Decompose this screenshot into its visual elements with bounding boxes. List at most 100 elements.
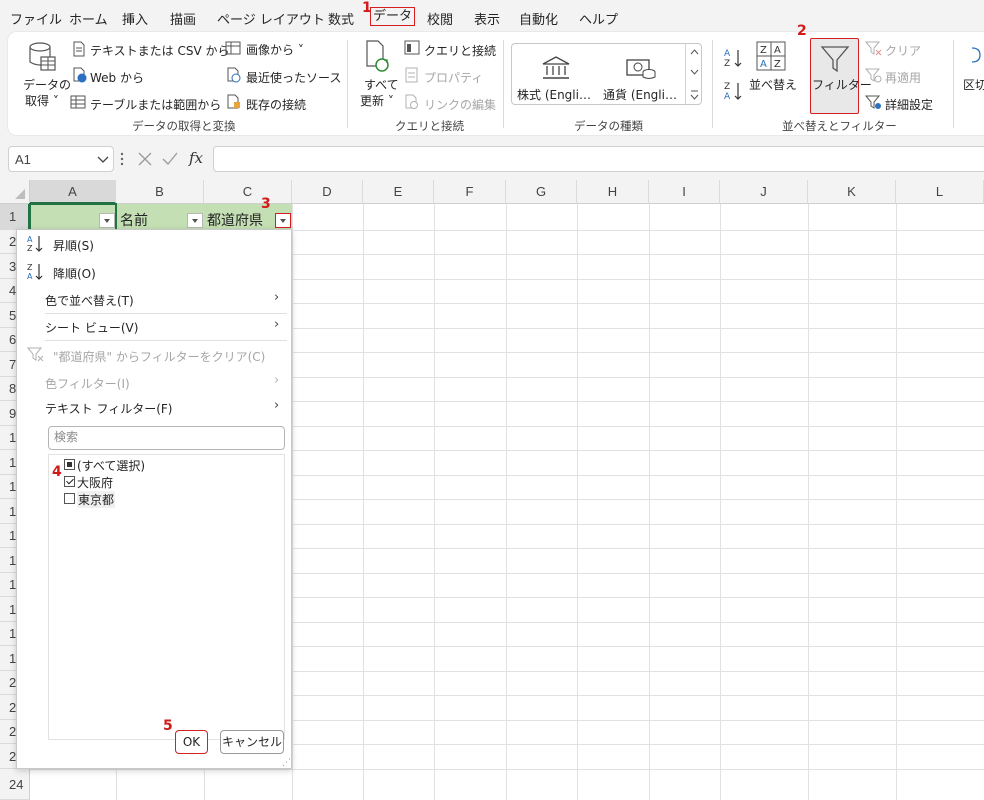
sort-by-color-item[interactable]: 色で並べ替え(T) <box>45 292 134 309</box>
col-header-g[interactable]: G <box>506 180 577 204</box>
sort-button[interactable]: 並べ替え <box>749 76 797 93</box>
more-options-icon[interactable] <box>119 152 125 166</box>
col-header-a[interactable]: A <box>30 180 116 204</box>
step-marker-3: 3 <box>261 196 271 212</box>
recent-sources-button[interactable]: 最近使ったソース <box>246 69 341 86</box>
sort-descending-item[interactable]: 降順(O) <box>53 265 96 282</box>
chevron-down-icon[interactable] <box>97 156 109 164</box>
currency-data-type[interactable]: 通貨 (Engli… <box>603 86 677 103</box>
menu-view[interactable]: 表示 <box>474 9 500 28</box>
chevron-right-icon: › <box>274 290 280 305</box>
menu-draw[interactable]: 描画 <box>170 9 196 28</box>
grid-line <box>506 204 507 800</box>
row-header-1[interactable]: 1 <box>0 204 30 230</box>
properties-button[interactable]: プロパティ <box>424 69 483 86</box>
from-image-button[interactable]: 画像から ˅ <box>246 41 304 58</box>
cancel-icon[interactable] <box>137 151 153 167</box>
refresh-all-label-2[interactable]: 更新 ˅ <box>360 92 394 109</box>
insert-function-icon[interactable]: fx <box>189 149 203 167</box>
resize-grip-icon[interactable]: ⋰ <box>282 758 291 768</box>
text-filter-item[interactable]: テキスト フィルター(F) <box>45 400 172 417</box>
menu-review[interactable]: 校閲 <box>427 9 453 28</box>
grid-line <box>292 204 293 800</box>
col-header-e[interactable]: E <box>363 180 434 204</box>
grid-line <box>720 204 721 800</box>
text-to-columns-icon[interactable] <box>966 46 984 70</box>
text-to-columns-button[interactable]: 区切 <box>963 76 984 93</box>
col-header-h[interactable]: H <box>577 180 649 204</box>
enter-check-icon[interactable] <box>161 151 179 167</box>
filter-button[interactable]: フィルター <box>810 38 872 114</box>
tokyo-checkbox[interactable] <box>64 493 75 504</box>
menu-help[interactable]: ヘルプ <box>579 9 618 28</box>
text-csv-button[interactable]: テキストまたは CSV から <box>90 42 229 59</box>
sort-ascending-item[interactable]: 昇順(S) <box>53 237 94 254</box>
col-header-c[interactable]: C <box>204 180 292 204</box>
select-all-corner[interactable] <box>0 180 30 204</box>
database-icon[interactable] <box>28 40 58 74</box>
advanced-filter-button[interactable]: 詳細設定 <box>885 96 933 113</box>
tokyo-label[interactable]: 東京都 <box>77 491 116 508</box>
refresh-all-label-1[interactable]: すべて <box>364 76 399 93</box>
col-header-b[interactable]: B <box>116 180 204 204</box>
name-box[interactable]: A1 <box>8 146 114 172</box>
cancel-button[interactable]: キャンセル <box>220 730 284 754</box>
ribbon-separator <box>712 40 713 128</box>
gallery-arrows-icon[interactable] <box>686 43 703 105</box>
sort-az-icon[interactable]: AZ <box>723 47 745 69</box>
refresh-icon[interactable] <box>364 40 394 74</box>
menu-formulas[interactable]: 数式 <box>328 9 354 28</box>
filter-value-list[interactable]: (すべて選択) 大阪府 東京都 <box>48 454 285 740</box>
col-header-l[interactable]: L <box>896 180 984 204</box>
filter-dropdown-b[interactable] <box>187 213 203 228</box>
col-header-f[interactable]: F <box>434 180 506 204</box>
search-box[interactable] <box>48 426 285 450</box>
filter-dropdown-a[interactable] <box>99 213 115 228</box>
get-data-label-2[interactable]: 取得 ˅ <box>25 92 59 109</box>
osaka-checkbox[interactable] <box>64 476 75 487</box>
table-range-button[interactable]: テーブルまたは範囲から <box>90 96 221 113</box>
color-filter-item[interactable]: 色フィルター(I) <box>45 375 130 392</box>
gallery-scrollbar[interactable] <box>685 43 702 105</box>
search-input[interactable] <box>54 430 279 444</box>
edit-links-button[interactable]: リンクの編集 <box>424 96 496 113</box>
queries-connections-button[interactable]: クエリと接続 <box>424 42 496 59</box>
clear-button[interactable]: クリア <box>885 42 921 59</box>
cell-b1[interactable]: 名前 <box>120 210 148 230</box>
grid-line <box>577 204 578 800</box>
menu-page-layout[interactable]: ページ レイアウト <box>217 9 325 28</box>
sort-dialog-icon[interactable]: Z AA Z <box>756 41 786 71</box>
sort-za-icon[interactable]: ZA <box>723 80 745 102</box>
bank-icon[interactable] <box>541 55 571 81</box>
reapply-button[interactable]: 再適用 <box>885 69 921 86</box>
stocks-data-type[interactable]: 株式 (Engli… <box>517 86 591 103</box>
col-header-k[interactable]: K <box>808 180 896 204</box>
osaka-label[interactable]: 大阪府 <box>77 474 113 491</box>
sheet-view-item[interactable]: シート ビュー(V) <box>45 319 138 336</box>
menu-data[interactable]: データ <box>370 7 416 26</box>
get-data-label-1[interactable]: データの <box>23 76 71 93</box>
menu-file[interactable]: ファイル <box>10 9 62 28</box>
clear-filter-item[interactable]: "都道府県" からフィルターをクリア(C) <box>53 348 265 365</box>
web-button[interactable]: Web から <box>90 69 144 86</box>
col-header-i[interactable]: I <box>649 180 720 204</box>
select-all-label[interactable]: (すべて選択) <box>77 457 145 474</box>
filter-dropdown-c[interactable] <box>275 213 291 228</box>
col-header-d[interactable]: D <box>292 180 363 204</box>
ribbon-separator <box>503 40 504 128</box>
select-all-checkbox[interactable] <box>64 459 75 470</box>
menu-insert[interactable]: 挿入 <box>122 9 148 28</box>
cell-c1[interactable]: 都道府県 <box>207 210 263 230</box>
ok-button[interactable]: OK <box>175 730 208 754</box>
group-label-get-transform: データの取得と変換 <box>132 119 236 133</box>
svg-text:Z: Z <box>27 244 33 253</box>
web-icon <box>73 67 87 83</box>
menu-automate[interactable]: 自動化 <box>519 9 558 28</box>
menu-home[interactable]: ホーム <box>69 9 108 28</box>
grid-line <box>896 204 897 800</box>
col-header-j[interactable]: J <box>720 180 808 204</box>
row-header-24[interactable]: 24 <box>0 769 30 800</box>
currency-icon[interactable] <box>625 55 657 81</box>
existing-connections-button[interactable]: 既存の接続 <box>246 96 306 113</box>
formula-input[interactable] <box>213 146 984 172</box>
